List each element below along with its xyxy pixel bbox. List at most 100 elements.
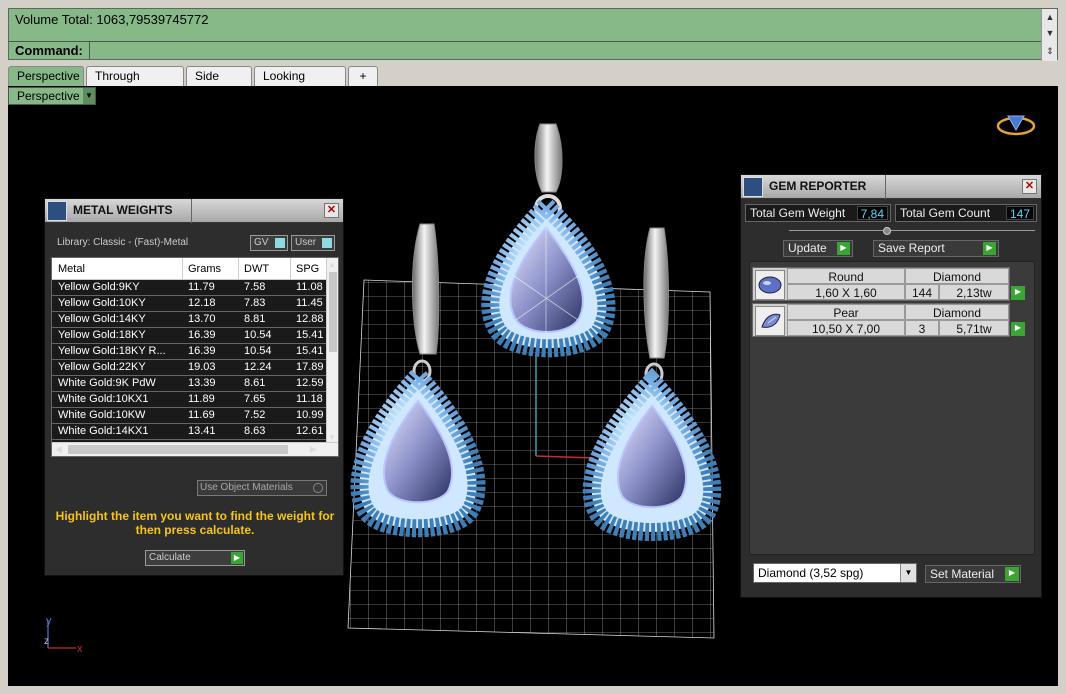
column-grams[interactable]: Grams xyxy=(188,263,240,275)
save-report-button[interactable]: Save Report ▶ xyxy=(873,240,999,257)
column-divider xyxy=(290,258,291,280)
scroll-up-icon[interactable]: ▲ xyxy=(1043,11,1057,23)
play-icon[interactable]: ▶ xyxy=(837,242,850,255)
cell-grams: 11.79 xyxy=(188,281,215,293)
metal-weights-icon xyxy=(47,201,67,221)
scroll-updown-icon[interactable]: ⇕ xyxy=(1043,45,1057,57)
slider-knob[interactable] xyxy=(883,227,891,235)
tab-side-view[interactable]: Side View xyxy=(186,66,252,101)
scroll-thumb[interactable] xyxy=(68,445,288,454)
user-toggle[interactable]: User xyxy=(291,235,335,251)
material-select[interactable]: Diamond (3,52 spg) ▼ xyxy=(753,563,917,583)
set-material-label: Set Material xyxy=(930,567,995,581)
axis-x-label: x xyxy=(77,643,83,655)
scroll-left-icon[interactable]: ◀ xyxy=(55,444,62,455)
gem-weight: 2,13tw xyxy=(939,284,1009,300)
gem-row-round[interactable]: Round Diamond 1,60 X 1,60 144 2,13tw ▶ xyxy=(752,267,1025,301)
title-divider xyxy=(885,175,886,199)
axis-indicator-icon xyxy=(47,620,76,649)
gem-reporter-titlebar[interactable]: GEM REPORTER ✕ xyxy=(741,175,1041,199)
calculate-hint: Highlight the item you want to find the … xyxy=(55,509,335,537)
table-row[interactable]: White Gold:9K PdW 13.39 8.61 12.59 xyxy=(52,376,332,392)
gem-reporter-panel: GEM REPORTER ✕ Total Gem Weight 7,84 Tot… xyxy=(740,174,1042,598)
use-object-materials-toggle[interactable]: Use Object Materials xyxy=(197,480,327,496)
scroll-down-icon[interactable]: ▼ xyxy=(328,433,336,442)
table-row[interactable]: Yellow Gold:9KY 11.79 7.58 11.08 xyxy=(52,280,332,296)
play-icon[interactable]: ▶ xyxy=(231,552,243,564)
toggle-indicator-icon xyxy=(275,238,285,248)
radio-icon[interactable] xyxy=(313,483,323,493)
update-button[interactable]: Update ▶ xyxy=(783,240,853,257)
cell-grams: 11.89 xyxy=(188,393,215,405)
total-gem-count-value: 147 xyxy=(1005,206,1034,221)
cell-dwt: 10.54 xyxy=(244,345,272,357)
table-row[interactable]: Yellow Gold:14KY 13.70 8.81 12.88 xyxy=(52,312,332,328)
panel-slider[interactable] xyxy=(789,227,1035,235)
table-row[interactable]: Yellow Gold:10KY 12.18 7.83 11.45 xyxy=(52,296,332,312)
tab-through-finger[interactable]: Through Finger xyxy=(86,66,184,101)
cell-metal: Yellow Gold:10KY xyxy=(58,297,146,309)
axis-z-label: z xyxy=(44,636,49,647)
slider-track xyxy=(789,230,1035,231)
table-row[interactable]: White Gold:10KW 11.69 7.52 10.99 xyxy=(52,408,332,424)
cell-grams: 13.41 xyxy=(188,425,216,437)
gem-weight: 5,71tw xyxy=(939,320,1009,336)
scroll-up-icon[interactable]: ▲ xyxy=(328,260,336,269)
play-icon[interactable]: ▶ xyxy=(1011,322,1025,336)
gv-toggle-label: GV xyxy=(254,237,269,248)
play-icon[interactable]: ▶ xyxy=(983,242,996,255)
calculate-button[interactable]: Calculate ▶ xyxy=(145,550,245,566)
gem-count: 144 xyxy=(905,284,939,300)
table-row[interactable]: Yellow Gold:18KY R... 16.39 10.54 15.41 xyxy=(52,344,332,360)
total-gem-weight-value: 7,84 xyxy=(856,206,888,221)
total-gem-count-field: Total Gem Count 147 xyxy=(895,204,1037,222)
scroll-thumb[interactable] xyxy=(329,272,337,352)
play-icon[interactable]: ▶ xyxy=(1011,286,1025,300)
cell-dwt: 10.54 xyxy=(244,329,272,341)
play-icon[interactable]: ▶ xyxy=(1005,567,1019,581)
command-input[interactable] xyxy=(89,41,1041,59)
cell-metal: White Gold:10KX1 xyxy=(58,393,149,405)
cell-metal: Yellow Gold:18KY xyxy=(58,329,146,341)
metal-weights-title: METAL WEIGHTS xyxy=(73,203,173,217)
table-row[interactable]: White Gold:14KX1 13.41 8.63 12.61 xyxy=(52,424,332,440)
table-vertical-scrollbar[interactable]: ▲ ▼ xyxy=(326,258,338,444)
cell-metal: White Gold:9K PdW xyxy=(58,377,156,389)
column-metal[interactable]: Metal xyxy=(58,263,182,275)
cell-dwt: 12.24 xyxy=(244,361,272,373)
tab-looking-down[interactable]: Looking Down xyxy=(254,66,346,101)
cell-metal: Yellow Gold:9KY xyxy=(58,281,140,293)
cell-grams: 16.39 xyxy=(188,345,216,357)
cell-dwt: 7.58 xyxy=(244,281,266,293)
set-material-button[interactable]: Set Material ▶ xyxy=(925,565,1021,583)
gem-material: Diamond xyxy=(905,268,1009,284)
add-tab-icon[interactable]: + xyxy=(348,66,378,86)
table-row[interactable]: Yellow Gold:18KY 16.39 10.54 15.41 xyxy=(52,328,332,344)
total-gem-weight-field: Total Gem Weight 7,84 xyxy=(745,204,891,222)
table-horizontal-scrollbar[interactable]: ◀ ▶ xyxy=(52,442,338,456)
gv-toggle[interactable]: GV xyxy=(250,235,288,251)
table-row[interactable]: White Gold:10KX1 11.89 7.65 11.18 xyxy=(52,392,332,408)
command-area: Volume Total: 1063,79539745772 Command: … xyxy=(8,8,1058,61)
cell-grams: 13.70 xyxy=(188,313,216,325)
table-row[interactable]: Yellow Gold:22KY 19.03 12.24 17.89 xyxy=(52,360,332,376)
metal-weights-titlebar[interactable]: METAL WEIGHTS ✕ xyxy=(45,199,343,223)
cell-metal: Yellow Gold:22KY xyxy=(58,361,146,373)
close-icon[interactable]: ✕ xyxy=(1022,179,1037,194)
command-scrollbar[interactable]: ▲ ▼ ⇕ xyxy=(1041,9,1057,61)
cell-grams: 11.69 xyxy=(188,409,215,421)
tab-perspective[interactable]: Perspective xyxy=(8,66,84,86)
jewelry-logo-icon xyxy=(996,115,1036,136)
scroll-down-icon[interactable]: ▼ xyxy=(1043,27,1057,39)
cell-grams: 19.03 xyxy=(188,361,216,373)
save-report-label: Save Report xyxy=(878,241,945,255)
column-dwt[interactable]: DWT xyxy=(244,263,292,275)
scroll-right-icon[interactable]: ▶ xyxy=(310,444,317,455)
command-output: Volume Total: 1063,79539745772 xyxy=(15,12,209,27)
cell-grams: 13.39 xyxy=(188,377,216,389)
gem-row-pear[interactable]: Pear Diamond 10,50 X 7,00 3 5,71tw ▶ xyxy=(752,303,1025,337)
cell-grams: 12.18 xyxy=(188,297,216,309)
cell-dwt: 8.61 xyxy=(244,377,266,389)
dropdown-arrow-icon[interactable]: ▼ xyxy=(900,564,916,582)
close-icon[interactable]: ✕ xyxy=(324,203,339,218)
